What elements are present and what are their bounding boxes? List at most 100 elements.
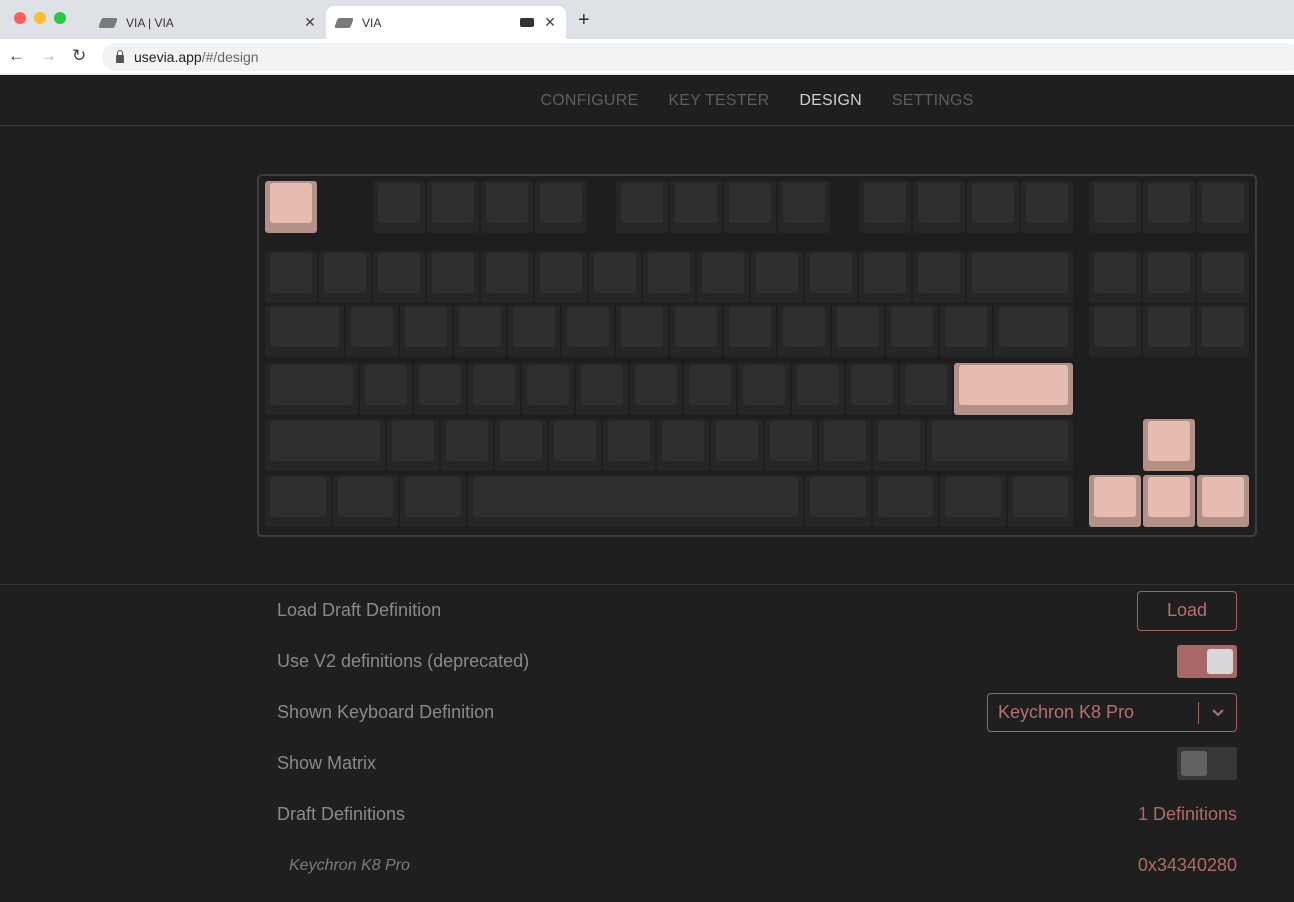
reload-icon[interactable]: ↻ xyxy=(72,46,86,66)
key[interactable] xyxy=(481,181,533,233)
key[interactable] xyxy=(845,362,898,415)
key[interactable] xyxy=(1142,251,1195,304)
key[interactable] xyxy=(940,474,1006,527)
key[interactable] xyxy=(494,419,547,472)
key[interactable] xyxy=(616,181,668,233)
key[interactable] xyxy=(575,362,628,415)
key[interactable] xyxy=(332,474,398,527)
key[interactable] xyxy=(346,305,398,358)
show-matrix-toggle[interactable] xyxy=(1177,747,1237,780)
key[interactable] xyxy=(535,251,587,304)
load-button[interactable]: Load xyxy=(1137,590,1237,631)
key[interactable] xyxy=(670,305,722,358)
key[interactable] xyxy=(616,305,668,358)
shown-definition-select[interactable]: Keychron K8 Pro xyxy=(987,693,1237,732)
key[interactable] xyxy=(778,181,830,233)
key[interactable] xyxy=(413,362,466,415)
key[interactable] xyxy=(265,305,344,358)
key-highlighted[interactable] xyxy=(1088,474,1141,527)
close-tab-icon[interactable]: ✕ xyxy=(302,14,318,31)
menu-configure[interactable]: CONFIGURE xyxy=(541,92,639,110)
key[interactable] xyxy=(467,474,803,527)
key[interactable] xyxy=(265,362,358,415)
address-bar[interactable]: usevia.app/#/design xyxy=(102,43,1294,71)
key[interactable] xyxy=(359,362,412,415)
key[interactable] xyxy=(737,362,790,415)
key[interactable] xyxy=(724,305,776,358)
key[interactable] xyxy=(818,419,871,472)
key[interactable] xyxy=(872,474,938,527)
key[interactable] xyxy=(778,305,830,358)
new-tab-button[interactable]: + xyxy=(578,9,590,32)
key[interactable] xyxy=(710,419,763,472)
key[interactable] xyxy=(1007,474,1073,527)
key-highlighted[interactable] xyxy=(1142,474,1195,527)
back-arrow-icon[interactable]: ← xyxy=(8,46,25,66)
forward-arrow-icon[interactable]: → xyxy=(40,46,57,66)
menu-design[interactable]: DESIGN xyxy=(799,92,862,110)
key[interactable] xyxy=(994,305,1073,358)
key[interactable] xyxy=(373,251,425,304)
key[interactable] xyxy=(548,419,601,472)
key[interactable] xyxy=(400,305,452,358)
key[interactable] xyxy=(1196,251,1249,304)
menu-key-tester[interactable]: KEY TESTER xyxy=(668,92,769,110)
key[interactable] xyxy=(656,419,709,472)
key[interactable] xyxy=(562,305,614,358)
key[interactable] xyxy=(265,251,317,304)
use-v2-toggle[interactable] xyxy=(1177,645,1237,678)
key[interactable] xyxy=(643,251,695,304)
key[interactable] xyxy=(629,362,682,415)
key[interactable] xyxy=(805,474,871,527)
key[interactable] xyxy=(940,305,992,358)
key[interactable] xyxy=(1088,181,1141,233)
key[interactable] xyxy=(913,181,965,233)
maximize-window-button[interactable] xyxy=(54,12,66,24)
key[interactable] xyxy=(535,181,587,233)
key[interactable] xyxy=(1196,305,1249,358)
key[interactable] xyxy=(859,251,911,304)
key[interactable] xyxy=(913,251,965,304)
key[interactable] xyxy=(886,305,938,358)
chevron-down-icon[interactable] xyxy=(1199,706,1236,720)
key[interactable] xyxy=(1142,305,1195,358)
key[interactable] xyxy=(1021,181,1073,233)
key[interactable] xyxy=(508,305,560,358)
key[interactable] xyxy=(454,305,506,358)
menu-settings[interactable]: SETTINGS xyxy=(892,92,974,110)
key[interactable] xyxy=(764,419,817,472)
key-highlighted[interactable] xyxy=(265,181,317,233)
key[interactable] xyxy=(1142,181,1195,233)
close-tab-icon[interactable]: ✕ xyxy=(542,14,558,31)
key[interactable] xyxy=(751,251,803,304)
browser-tab-via-via[interactable]: VIA | VIA ✕ xyxy=(90,6,326,39)
key[interactable] xyxy=(724,181,776,233)
minimize-window-button[interactable] xyxy=(34,12,46,24)
key[interactable] xyxy=(832,305,884,358)
key-highlighted[interactable] xyxy=(953,362,1073,415)
key[interactable] xyxy=(589,251,641,304)
key[interactable] xyxy=(427,251,479,304)
close-window-button[interactable] xyxy=(14,12,26,24)
key[interactable] xyxy=(373,181,425,233)
key[interactable] xyxy=(265,474,331,527)
key[interactable] xyxy=(670,181,722,233)
key[interactable] xyxy=(319,251,371,304)
key[interactable] xyxy=(427,181,479,233)
key[interactable] xyxy=(697,251,749,304)
key[interactable] xyxy=(967,181,1019,233)
key[interactable] xyxy=(386,419,439,472)
key[interactable] xyxy=(967,251,1073,304)
key-highlighted[interactable] xyxy=(1196,474,1249,527)
key[interactable] xyxy=(791,362,844,415)
key[interactable] xyxy=(926,419,1073,472)
key[interactable] xyxy=(683,362,736,415)
key[interactable] xyxy=(859,181,911,233)
key-highlighted[interactable] xyxy=(1142,419,1195,472)
key[interactable] xyxy=(467,362,520,415)
key[interactable] xyxy=(872,419,925,472)
key[interactable] xyxy=(602,419,655,472)
key[interactable] xyxy=(805,251,857,304)
key[interactable] xyxy=(400,474,466,527)
key[interactable] xyxy=(1196,181,1249,233)
